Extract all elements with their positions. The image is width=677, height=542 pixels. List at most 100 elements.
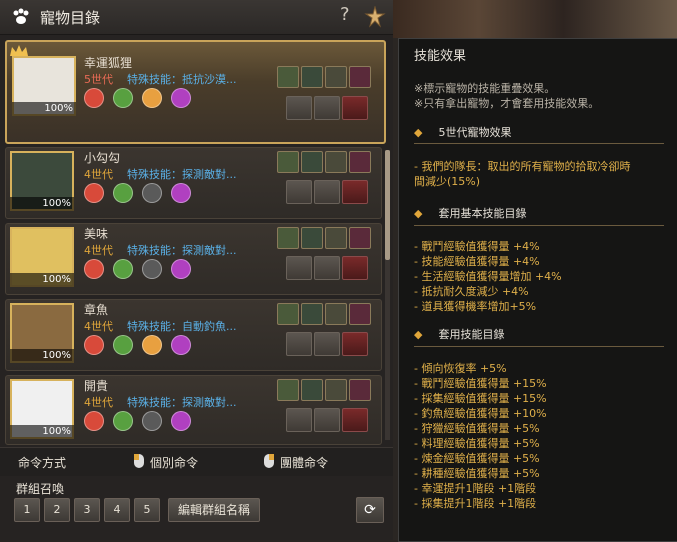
skill-square-icon (277, 303, 299, 325)
skill-square-icon (349, 379, 371, 401)
release-button[interactable] (342, 332, 368, 356)
game-background (393, 0, 677, 38)
group-button-1[interactable]: 1 (14, 498, 40, 522)
feed-button[interactable] (286, 180, 312, 204)
window-title: 寵物目錄 (40, 9, 101, 27)
skill-square-icon (301, 227, 323, 249)
section-header: ◆ 套用基本技能目錄 (414, 207, 527, 220)
settings-icon[interactable] (364, 6, 386, 28)
refresh-icon[interactable]: ⟳ (356, 497, 384, 523)
feed-button[interactable] (286, 332, 312, 356)
pet-condition: 100% (10, 349, 74, 363)
pet-name: 幸運狐狸 (84, 56, 133, 70)
divider (414, 225, 664, 226)
group-button-2[interactable]: 2 (44, 498, 70, 522)
group-button-3[interactable]: 3 (74, 498, 100, 522)
effect-line: - 戰鬥經驗值獲得量 +15% (414, 377, 547, 390)
skill-circle-icon (171, 411, 191, 431)
release-button[interactable] (342, 256, 368, 280)
group-button-4[interactable]: 4 (104, 498, 130, 522)
pet-name: 美味 (84, 227, 109, 241)
feed-button[interactable] (286, 256, 312, 280)
skill-square-icon (301, 66, 323, 88)
pet-generation: 4世代 (84, 320, 113, 333)
pet-generation: 4世代 (84, 244, 113, 257)
command-mode-label: 命令方式 (18, 456, 67, 470)
group-button-5[interactable]: 5 (134, 498, 160, 522)
skill-square-icon (325, 379, 347, 401)
feed-button[interactable] (286, 96, 312, 120)
pet-condition: 100% (10, 425, 74, 439)
skill-square-icon (277, 151, 299, 173)
effect-line: - 傾向恢復率 +5% (414, 362, 507, 375)
effect-line: - 我們的隊長：取出的所有寵物的拾取冷卻時 (414, 160, 631, 173)
paw-button[interactable] (314, 332, 340, 356)
effect-line: - 耕種經驗值獲得量 +5% (414, 467, 540, 480)
skill-circle-icon (113, 335, 133, 355)
skill-circle-icon (142, 88, 162, 108)
paw-icon (13, 8, 29, 24)
panel-note: ※標示寵物的技能重疊效果。 (414, 82, 556, 95)
pet-generation: 5世代 (84, 73, 113, 86)
pet-condition: 100% (12, 102, 76, 116)
skill-square-icon (325, 66, 347, 88)
skill-circle-icon (84, 411, 104, 431)
skill-circle-icon (142, 183, 162, 203)
skill-square-icon (277, 66, 299, 88)
skill-square-icon (301, 303, 323, 325)
pet-special-skill: 特殊技能：抵抗沙漠... (127, 73, 237, 86)
section-header: ◆ 5世代寵物效果 (414, 126, 512, 139)
effect-line: - 煉金經驗值獲得量 +5% (414, 452, 540, 465)
skill-square-icon (277, 227, 299, 249)
skill-square-icon (349, 303, 371, 325)
paw-button[interactable] (314, 96, 340, 120)
effect-line: 間減少(15%) (414, 175, 481, 188)
skill-circle-icon (113, 88, 133, 108)
skill-circle-icon (171, 183, 191, 203)
skill-circle-icon (142, 411, 162, 431)
skill-square-icon (325, 227, 347, 249)
paw-button[interactable] (314, 408, 340, 432)
edit-group-name-button[interactable]: 編輯群組名稱 (168, 498, 260, 522)
skill-circle-icon (113, 183, 133, 203)
release-button[interactable] (342, 408, 368, 432)
individual-command[interactable]: 個別命令 (150, 454, 198, 471)
feed-button[interactable] (286, 408, 312, 432)
effect-line: - 抵抗耐久度減少 +4% (414, 285, 529, 298)
release-button[interactable] (342, 180, 368, 204)
help-button[interactable]: ? (340, 4, 350, 25)
skill-circle-icon (113, 411, 133, 431)
pet-special-skill: 特殊技能：自動釣魚... (127, 320, 237, 333)
panel-note: ※只有拿出寵物，才會套用技能效果。 (414, 97, 600, 110)
skill-square-icon (325, 151, 347, 173)
scrollbar-thumb[interactable] (385, 150, 390, 260)
skill-circle-icon (142, 259, 162, 279)
skill-circle-icon (84, 335, 104, 355)
section-header: ◆ 套用技能目錄 (414, 328, 505, 341)
skill-circle-icon (84, 183, 104, 203)
group-summon-label: 群組召喚 (16, 482, 65, 496)
effect-line: - 幸運提升1階段 +1階段 (414, 482, 537, 495)
pet-generation: 4世代 (84, 396, 113, 409)
skill-circle-icon (171, 259, 191, 279)
pet-special-skill: 特殊技能：探測敵對... (127, 168, 237, 181)
pet-name: 章魚 (84, 303, 109, 317)
paw-button[interactable] (314, 256, 340, 280)
skill-square-icon (325, 303, 347, 325)
pet-special-skill: 特殊技能：探測敵對... (127, 396, 237, 409)
group-command[interactable]: 團體命令 (280, 454, 328, 471)
skill-circle-icon (171, 88, 191, 108)
paw-button[interactable] (314, 180, 340, 204)
skill-square-icon (301, 379, 323, 401)
effect-line: - 採集提升1階段 +1階段 (414, 497, 537, 510)
release-button[interactable] (342, 96, 368, 120)
pet-special-skill: 特殊技能：探測敵對... (127, 244, 237, 257)
skill-square-icon (301, 151, 323, 173)
mouse-left-icon (134, 454, 144, 468)
skill-square-icon (349, 66, 371, 88)
effect-line: - 狩獵經驗值獲得量 +5% (414, 422, 540, 435)
skill-square-icon (349, 227, 371, 249)
pet-name: 開貴 (84, 379, 109, 393)
effect-line: - 料理經驗值獲得量 +5% (414, 437, 540, 450)
skill-circle-icon (171, 335, 191, 355)
